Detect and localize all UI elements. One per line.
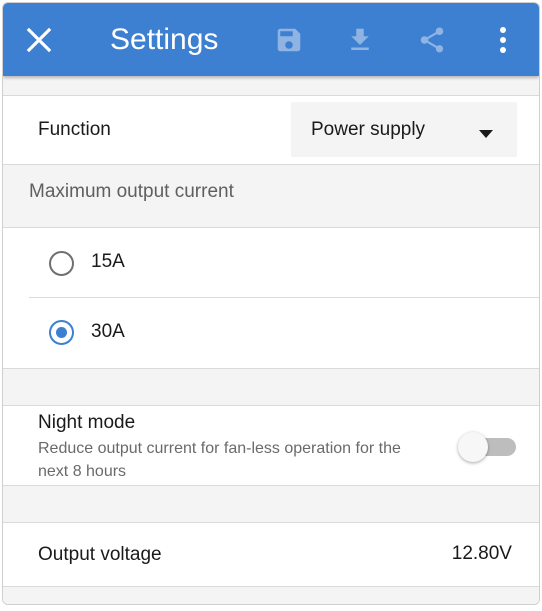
radio-unselected-icon[interactable]: [49, 251, 74, 276]
spacer-band: [3, 587, 539, 604]
settings-window: Settings Function Power supply Maximum o…: [2, 2, 540, 605]
output-voltage-value: 12.80V: [451, 543, 512, 564]
radio-label-15a: 15A: [91, 251, 125, 272]
app-toolbar: Settings: [3, 3, 539, 76]
radio-selected-icon[interactable]: [49, 320, 74, 345]
download-icon[interactable]: [336, 3, 384, 76]
function-label: Function: [38, 119, 111, 140]
save-icon[interactable]: [265, 3, 313, 76]
function-selected-value: Power supply: [311, 119, 426, 140]
spacer-band: [3, 486, 539, 522]
function-dropdown[interactable]: Power supply: [291, 102, 517, 157]
output-voltage-label: Output voltage: [38, 544, 162, 565]
page-title: Settings: [110, 23, 219, 56]
share-icon[interactable]: [408, 3, 456, 76]
spacer-band: [3, 369, 539, 405]
spacer-band: [3, 76, 539, 95]
radio-label-30a: 30A: [91, 321, 125, 342]
close-icon[interactable]: [13, 3, 65, 76]
radio-option-30a[interactable]: 30A: [3, 298, 539, 368]
dropdown-arrow-icon: [479, 125, 493, 143]
section-header-max-current: Maximum output current: [29, 181, 234, 202]
night-mode-description: Reduce output current for fan-less opera…: [38, 440, 401, 480]
night-mode-title: Night mode: [38, 412, 136, 433]
night-mode-toggle[interactable]: [458, 431, 518, 463]
more-vert-icon[interactable]: [481, 3, 525, 76]
radio-option-15a[interactable]: 15A: [3, 228, 539, 298]
